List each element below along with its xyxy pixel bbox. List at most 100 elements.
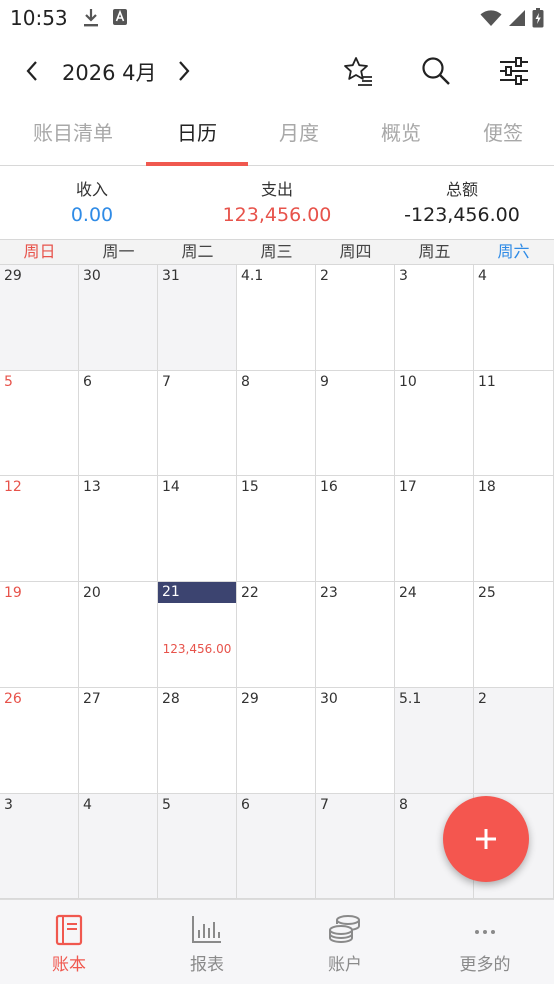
tab-overview[interactable]: 概览 [350, 104, 452, 166]
day-number: 30 [83, 268, 101, 284]
view-tabs: 账目清单 日历 月度 概览 便签 [0, 104, 554, 166]
calendar-day-cell[interactable]: 19 [0, 582, 79, 688]
keyboard-icon [112, 8, 128, 32]
day-number: 15 [241, 479, 259, 495]
day-number: 29 [241, 691, 259, 707]
day-number: 6 [83, 374, 92, 390]
weekday-tue: 周二 [181, 242, 214, 261]
calendar-day-cell[interactable]: 9 [316, 371, 395, 476]
calendar-day-cell[interactable]: 30 [316, 688, 395, 794]
day-number: 21 [158, 582, 236, 603]
calendar-day-cell[interactable]: 26 [0, 688, 79, 794]
day-number: 2 [320, 268, 329, 284]
day-number: 8 [399, 797, 408, 813]
calendar-day-cell[interactable]: 30 [79, 265, 158, 371]
income-label: 收入 [75, 180, 108, 199]
nav-ledger[interactable]: 账本 [0, 900, 138, 985]
calendar-day-cell[interactable]: 12 [0, 476, 79, 582]
calendar-day-cell[interactable]: 7 [316, 794, 395, 899]
calendar-day-cell[interactable]: 29 [0, 265, 79, 371]
coins-icon [328, 914, 362, 948]
filter-button[interactable] [492, 40, 536, 102]
day-number: 3 [4, 797, 13, 813]
bar-chart-icon [191, 914, 223, 948]
day-number: 18 [478, 479, 496, 495]
calendar-day-cell[interactable]: 2 [474, 688, 554, 794]
nav-more[interactable]: 更多的 [416, 900, 554, 985]
calendar-day-cell[interactable]: 25 [474, 582, 554, 688]
calendar-day-cell[interactable]: 6 [237, 794, 316, 899]
wifi-icon [480, 9, 502, 31]
calendar-day-cell[interactable]: 20 [79, 582, 158, 688]
day-number: 9 [320, 374, 329, 390]
calendar-day-cell[interactable]: 6 [79, 371, 158, 476]
income-value: 0.00 [70, 204, 114, 226]
favorites-button[interactable] [336, 40, 380, 102]
day-number: 17 [399, 479, 417, 495]
calendar-day-cell[interactable]: 29 [237, 688, 316, 794]
day-number: 3 [399, 268, 408, 284]
plus-icon [476, 829, 496, 849]
next-month-button[interactable] [166, 40, 202, 102]
expense-summary: 支出 123,456.00 [207, 176, 347, 226]
calendar-day-cell[interactable]: 28 [158, 688, 237, 794]
calendar-day-cell[interactable]: 11 [474, 371, 554, 476]
download-icon [82, 8, 100, 32]
tab-list[interactable]: 账目清单 [22, 104, 124, 166]
tab-notes[interactable]: 便签 [452, 104, 554, 166]
day-number: 6 [241, 797, 250, 813]
day-number: 5 [4, 374, 13, 390]
day-number: 2 [478, 691, 487, 707]
calendar-day-cell[interactable]: 5 [0, 371, 79, 476]
day-number: 4.1 [241, 268, 264, 284]
calendar-day-cell[interactable]: 4 [79, 794, 158, 899]
day-number: 10 [399, 374, 417, 390]
calendar-day-cell[interactable]: 5 [158, 794, 237, 899]
sliders-icon [500, 57, 528, 85]
calendar-day-cell[interactable]: 13 [79, 476, 158, 582]
calendar-day-cell[interactable]: 5.1 [395, 688, 474, 794]
top-bar: 2026 4月 [0, 40, 554, 102]
day-number: 14 [162, 479, 180, 495]
expense-value: 123,456.00 [222, 204, 332, 226]
calendar-day-cell[interactable]: 17 [395, 476, 474, 582]
calendar-day-cell[interactable]: 3 [0, 794, 79, 899]
day-expense-amount: 123,456.00 [162, 642, 232, 656]
calendar-day-cell[interactable]: 8 [237, 371, 316, 476]
add-entry-button[interactable] [443, 796, 529, 882]
calendar-day-cell[interactable]: 4 [474, 265, 554, 371]
day-number: 4 [478, 268, 487, 284]
day-number: 25 [478, 585, 496, 601]
day-number: 4 [83, 797, 92, 813]
weekday-header: 周日 周一 周二 周三 周四 周五 周六 [0, 239, 554, 265]
status-bar: 10:53 [0, 0, 554, 38]
day-number: 7 [162, 374, 171, 390]
calendar-day-cell[interactable]: 15 [237, 476, 316, 582]
tab-monthly[interactable]: 月度 [248, 104, 350, 166]
calendar-day-cell[interactable]: 16 [316, 476, 395, 582]
weekday-sat: 周六 [497, 242, 530, 261]
status-time: 10:53 [10, 6, 68, 30]
month-title[interactable]: 2026 4月 [62, 57, 156, 87]
tab-calendar[interactable]: 日历 [146, 104, 248, 166]
nav-reports[interactable]: 报表 [138, 900, 276, 985]
calendar-day-cell[interactable]: 31 [158, 265, 237, 371]
calendar-day-cell[interactable]: 4.1 [237, 265, 316, 371]
calendar-day-cell[interactable]: 7 [158, 371, 237, 476]
nav-accounts[interactable]: 账户 [276, 900, 414, 985]
calendar-day-cell[interactable]: 10 [395, 371, 474, 476]
prev-month-button[interactable] [14, 40, 50, 102]
calendar-day-cell[interactable]: 27 [79, 688, 158, 794]
calendar-day-cell[interactable]: 3 [395, 265, 474, 371]
day-number: 30 [320, 691, 338, 707]
nav-reports-label: 报表 [190, 955, 224, 975]
calendar-day-cell[interactable]: 22 [237, 582, 316, 688]
calendar-day-cell[interactable]: 2 [316, 265, 395, 371]
calendar-day-cell[interactable]: 21 123,456.00 [158, 582, 237, 688]
search-button[interactable] [414, 40, 458, 102]
calendar-day-cell[interactable]: 23 [316, 582, 395, 688]
calendar-day-cell[interactable]: 24 [395, 582, 474, 688]
calendar-day-cell[interactable]: 18 [474, 476, 554, 582]
day-number: 16 [320, 479, 338, 495]
calendar-day-cell[interactable]: 14 [158, 476, 237, 582]
